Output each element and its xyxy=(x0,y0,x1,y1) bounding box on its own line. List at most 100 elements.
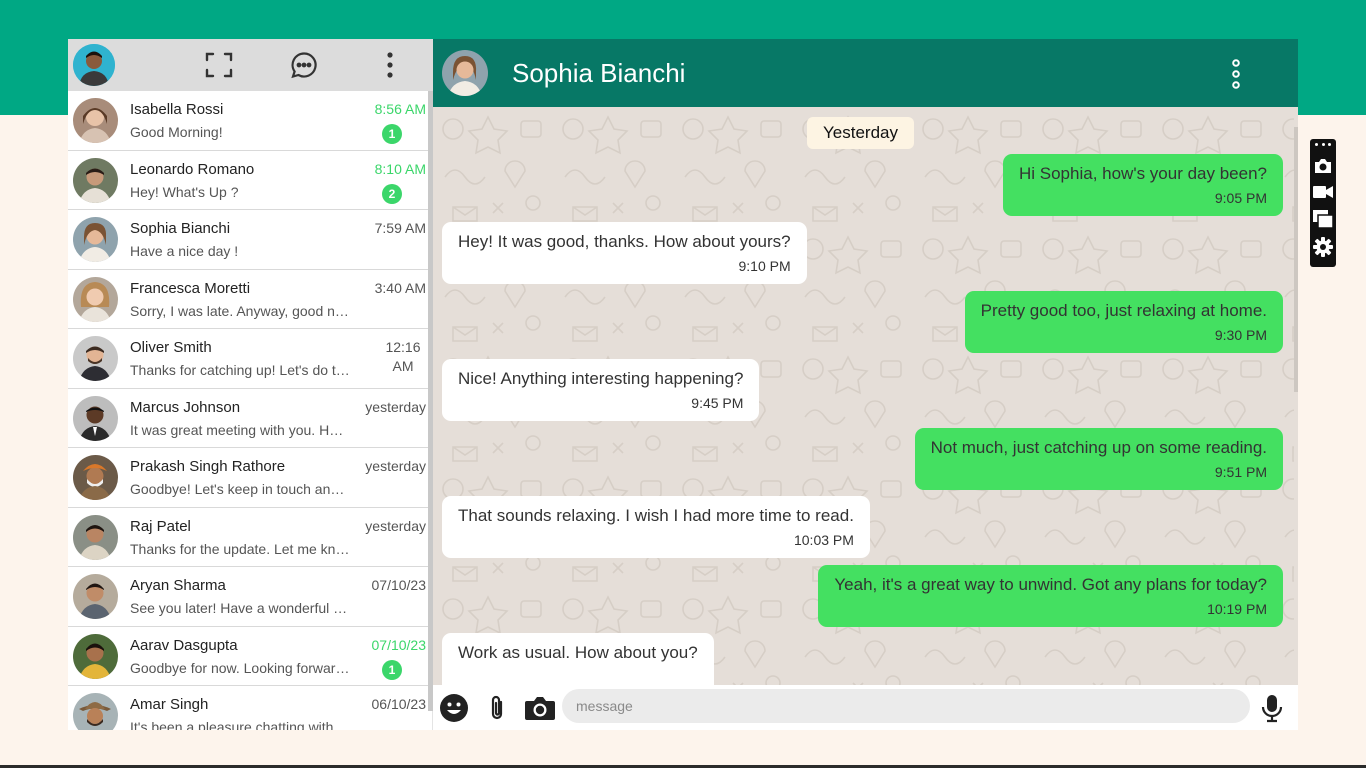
chat-time: yesterday xyxy=(365,398,426,415)
chat-preview: Thanks for the update. Let me know if an… xyxy=(130,540,350,557)
contact-name: Sophia Bianchi xyxy=(512,58,686,88)
chat-item[interactable]: Leonardo Romano Hey! What's Up ? 8:10 AM… xyxy=(68,150,432,210)
message-bubble-outgoing: Yeah, it's a great way to unwind. Got an… xyxy=(818,565,1283,627)
chat-preview: Have a nice day ! xyxy=(130,243,239,259)
chat-time: yesterday xyxy=(365,517,426,534)
message-time: 9:51 PM xyxy=(1214,464,1267,480)
chat-time: 07/10/23 xyxy=(371,636,427,653)
message-text: Pretty good too, just relaxing at home. xyxy=(980,301,1267,320)
avatar xyxy=(73,455,118,500)
chat-item[interactable]: Marcus Johnson It was great meeting with… xyxy=(68,388,432,448)
chat-name: Amar Singh xyxy=(130,696,209,713)
avatar xyxy=(73,514,118,560)
chat-name: Marcus Johnson xyxy=(130,398,241,416)
toolbar-grip-icon[interactable] xyxy=(1315,143,1331,147)
chat-name: Francesca Moretti xyxy=(130,279,251,297)
chat-menu-icon[interactable] xyxy=(1228,57,1244,91)
avatar xyxy=(73,395,118,441)
fullscreen-icon[interactable] xyxy=(205,51,233,79)
message-time: 10:03 PM xyxy=(793,532,854,548)
message-bubble-outgoing: Not much, just catching up on some readi… xyxy=(914,428,1283,490)
message-text: Nice! Anything interesting happening? xyxy=(458,369,744,388)
chat-name: Aryan Sharma xyxy=(130,577,226,594)
avatar xyxy=(73,276,118,322)
message-text: Work as usual. How about you? xyxy=(458,643,698,662)
mic-icon[interactable] xyxy=(1256,692,1288,724)
message-bubble-outgoing: Pretty good too, just relaxing at home. … xyxy=(964,291,1283,353)
chat-preview: Goodbye! Let's keep in touch and talk so… xyxy=(130,481,350,497)
unread-badge: 1 xyxy=(382,124,402,144)
avatar xyxy=(73,336,118,381)
chat-preview: Hey! What's Up ? xyxy=(130,183,239,200)
message-bubble-incoming: Hey! It was good, thanks. How about your… xyxy=(442,222,807,284)
message-area: Yesterday Hi Sophia, how's your day been… xyxy=(433,107,1298,685)
chat-name: Isabella Rossi xyxy=(130,101,224,118)
chat-name: Oliver Smith xyxy=(130,339,212,356)
chat-time: 3:40 AM xyxy=(374,279,426,296)
settings-icon[interactable] xyxy=(1313,237,1333,257)
chat-time: 8:10 AM xyxy=(374,160,426,177)
chat-panel: Sophia Bianchi Yesterday Hi Sophia, how'… xyxy=(433,39,1298,730)
chat-app: Isabella Rossi Good Morning! 8:56 AM 1 L… xyxy=(68,39,1298,730)
screenshot-icon[interactable] xyxy=(1313,156,1333,176)
video-icon[interactable] xyxy=(1313,182,1333,202)
attach-icon[interactable] xyxy=(481,692,513,724)
chat-name: Raj Patel xyxy=(130,517,191,535)
unread-badge: 1 xyxy=(382,659,402,680)
message-text: Hi Sophia, how's your day been? xyxy=(1018,164,1267,183)
new-chat-icon[interactable] xyxy=(290,51,318,79)
avatar xyxy=(73,633,118,679)
message-input[interactable] xyxy=(562,689,1250,723)
chat-item[interactable]: Aryan Sharma See you later! Have a wonde… xyxy=(68,567,432,627)
side-toolbar xyxy=(1310,139,1336,267)
chat-item[interactable]: Francesca Moretti Sorry, I was late. Any… xyxy=(68,269,432,329)
chat-preview: Thanks for catching up! Let's do this ag… xyxy=(130,362,350,378)
avatar xyxy=(73,157,118,203)
chat-preview: It was great meeting with you. Have a go… xyxy=(130,421,350,438)
message-time: 9:30 PM xyxy=(1214,327,1267,343)
menu-dots-icon[interactable] xyxy=(376,51,404,79)
camera-icon[interactable] xyxy=(524,692,556,724)
chat-time: 06/10/23 xyxy=(371,696,427,712)
chat-name: Aarav Dasgupta xyxy=(130,636,238,654)
window-icon[interactable] xyxy=(1313,209,1333,229)
emoji-icon[interactable] xyxy=(438,692,470,724)
chat-item[interactable]: Raj Patel Thanks for the update. Let me … xyxy=(68,507,432,567)
chat-preview: See you later! Have a wonderful day xyxy=(130,600,350,616)
chat-item[interactable]: Sophia Bianchi Have a nice day ! 7:59 AM xyxy=(68,210,432,270)
chat-time: 07/10/23 xyxy=(371,577,427,593)
sidebar: Isabella Rossi Good Morning! 8:56 AM 1 L… xyxy=(68,39,433,730)
chat-time: yesterday xyxy=(365,458,426,474)
message-bubble-outgoing: Hi Sophia, how's your day been? 9:05 PM xyxy=(1002,154,1283,216)
chat-item[interactable]: Aarav Dasgupta Goodbye for now. Looking … xyxy=(68,626,432,686)
avatar xyxy=(73,574,118,619)
message-text: Not much, just catching up on some readi… xyxy=(930,438,1267,457)
message-time: 9:05 PM xyxy=(1214,190,1267,206)
avatar xyxy=(73,217,118,262)
chat-item[interactable]: Oliver Smith Thanks for catching up! Let… xyxy=(68,329,432,389)
chat-item[interactable]: Amar Singh It's been a pleasure chatting… xyxy=(68,686,432,730)
date-chip: Yesterday xyxy=(807,117,914,149)
message-scrollbar[interactable] xyxy=(1294,127,1298,392)
unread-badge: 2 xyxy=(382,183,402,204)
chat-list: Isabella Rossi Good Morning! 8:56 AM 1 L… xyxy=(68,91,433,730)
contact-avatar[interactable] xyxy=(442,50,488,96)
message-text: That sounds relaxing. I wish I had more … xyxy=(458,506,854,525)
chat-preview: It's been a pleasure chatting with you xyxy=(130,719,350,730)
message-bubble-incoming: Nice! Anything interesting happening? 9:… xyxy=(442,359,760,421)
message-bubble-incoming: That sounds relaxing. I wish I had more … xyxy=(442,496,870,558)
chat-item[interactable]: Isabella Rossi Good Morning! 8:56 AM 1 xyxy=(68,91,432,151)
chat-preview: Goodbye for now. Looking forward to it xyxy=(130,659,350,676)
composer xyxy=(433,685,1298,730)
message-text: Yeah, it's a great way to unwind. Got an… xyxy=(834,575,1267,594)
message-time: 9:45 PM xyxy=(691,395,744,411)
chat-preview: Good Morning! xyxy=(130,124,223,140)
message-bubble-incoming: Work as usual. How about you? xyxy=(442,633,714,685)
message-text: Hey! It was good, thanks. How about your… xyxy=(458,232,791,251)
my-avatar[interactable] xyxy=(73,44,115,86)
chat-header: Sophia Bianchi xyxy=(433,39,1298,107)
message-time: 10:19 PM xyxy=(1207,601,1267,617)
chat-name: Leonardo Romano xyxy=(130,160,255,178)
sidebar-header xyxy=(68,39,433,91)
chat-item[interactable]: Prakash Singh Rathore Goodbye! Let's kee… xyxy=(68,448,432,508)
